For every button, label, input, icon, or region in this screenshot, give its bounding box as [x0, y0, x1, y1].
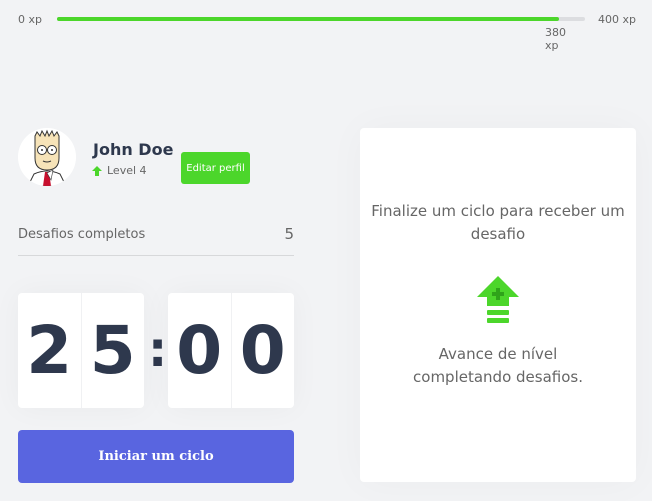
- xp-max-label: 400 xp: [598, 13, 636, 26]
- start-cycle-button[interactable]: Iniciar um ciclo: [18, 430, 294, 483]
- level-up-arrow-icon: [92, 165, 102, 176]
- xp-current-label: 380 xp: [545, 26, 566, 52]
- challenge-card-title: Finalize um ciclo para receber um desafi…: [371, 202, 625, 243]
- completed-challenges-count: 5: [284, 225, 294, 243]
- challenge-card-text: Avance de nível completando desafios.: [413, 345, 583, 386]
- avatar: [18, 128, 76, 186]
- countdown-separator: :: [148, 322, 168, 378]
- completed-challenges-label: Desafios completos: [18, 227, 146, 242]
- xp-min-label: 0 xp: [18, 13, 42, 26]
- edit-profile-button[interactable]: Editar perfil: [181, 152, 250, 184]
- level-up-icon: [477, 276, 519, 323]
- minutes-ones-digit: 5: [80, 293, 145, 408]
- profile-name: John Doe: [93, 140, 174, 159]
- completed-challenges: Desafios completos 5: [18, 222, 294, 256]
- level-label: Level 4: [107, 164, 147, 177]
- seconds-ones-digit: 0: [230, 293, 295, 408]
- xp-progress-fill: [57, 17, 559, 21]
- minutes-tens-digit: 2: [26, 312, 73, 389]
- challenge-card: Finalize um ciclo para receber um desafi…: [360, 128, 636, 482]
- countdown-seconds: 0 0: [168, 293, 294, 408]
- profile-level: Level 4: [92, 164, 147, 177]
- xp-progress-bar: [57, 17, 585, 21]
- countdown-minutes: 2 5: [18, 293, 144, 408]
- seconds-tens-digit: 0: [176, 312, 223, 389]
